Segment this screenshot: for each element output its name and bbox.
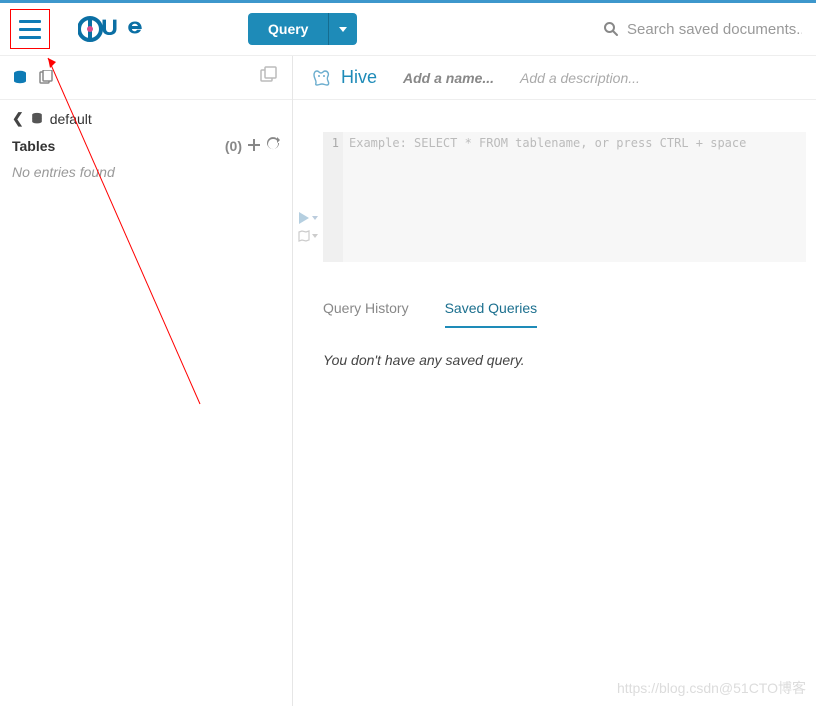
breadcrumb-back-icon[interactable]: ❮ xyxy=(12,110,24,127)
search-icon xyxy=(603,21,619,37)
breadcrumb: ❮ default xyxy=(0,100,292,131)
empty-saved-message: You don't have any saved query. xyxy=(293,336,816,384)
hive-icon xyxy=(311,67,333,89)
sql-editor[interactable]: 1 Example: SELECT * FROM tablename, or p… xyxy=(323,132,806,262)
search-input[interactable] xyxy=(627,21,802,38)
editor-textarea[interactable]: Example: SELECT * FROM tablename, or pre… xyxy=(343,132,806,262)
topbar: Query xyxy=(0,0,816,56)
sidebar-toolbar xyxy=(0,56,292,100)
docs-icon[interactable] xyxy=(38,70,56,86)
query-button[interactable]: Query xyxy=(248,13,328,45)
caret-down-icon xyxy=(312,216,318,220)
caret-down-icon xyxy=(312,234,318,238)
body: ❮ default Tables (0) No entries found xyxy=(0,56,816,706)
query-button-group: Query xyxy=(248,13,357,45)
map-button[interactable] xyxy=(298,230,318,242)
editor-area: 1 Example: SELECT * FROM tablename, or p… xyxy=(293,100,816,272)
add-table-icon[interactable] xyxy=(248,138,260,154)
no-entries-message: No entries found xyxy=(0,160,292,184)
engine-title[interactable]: Hive xyxy=(311,67,377,89)
editor-controls xyxy=(293,132,323,262)
name-placeholder[interactable]: Add a name... xyxy=(403,70,494,86)
tables-header: Tables (0) xyxy=(0,131,292,160)
hue-logo[interactable] xyxy=(78,14,178,44)
db-name[interactable]: default xyxy=(50,111,92,127)
engine-label: Hive xyxy=(341,67,377,88)
main-panel: Hive Add a name... Add a description... … xyxy=(293,56,816,706)
run-button[interactable] xyxy=(298,212,318,224)
caret-down-icon xyxy=(339,27,347,32)
main-header: Hive Add a name... Add a description... xyxy=(293,56,816,100)
hamburger-menu-icon[interactable] xyxy=(10,9,50,49)
tab-query-history[interactable]: Query History xyxy=(323,300,409,328)
watermark-text: https://blog.csdn@51CTO博客 xyxy=(617,678,806,698)
database-small-icon xyxy=(30,112,44,126)
search-box xyxy=(603,21,806,38)
tables-count: (0) xyxy=(225,138,242,154)
tab-saved-queries[interactable]: Saved Queries xyxy=(445,300,538,328)
database-icon[interactable] xyxy=(12,70,28,86)
refresh-icon[interactable] xyxy=(266,137,280,154)
editor-gutter: 1 xyxy=(323,132,343,262)
tables-label: Tables xyxy=(12,138,55,154)
query-dropdown-button[interactable] xyxy=(328,13,357,45)
description-placeholder[interactable]: Add a description... xyxy=(520,70,640,86)
files-icon[interactable] xyxy=(260,66,280,89)
result-tabs: Query History Saved Queries xyxy=(293,272,816,336)
sidebar: ❮ default Tables (0) No entries found xyxy=(0,56,293,706)
